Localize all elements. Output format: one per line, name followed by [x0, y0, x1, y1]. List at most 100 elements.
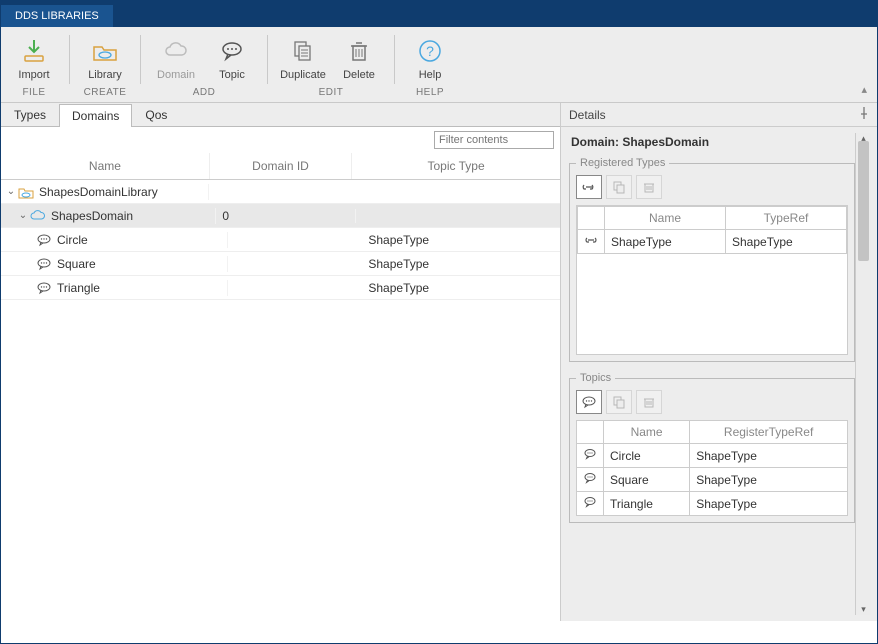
details-pane: Details Domain: ShapesDomain Registered …	[561, 103, 877, 621]
topic-regref: ShapeType	[690, 468, 848, 492]
tab-domains[interactable]: Domains	[59, 104, 132, 127]
topic-regref: ShapeType	[690, 444, 848, 468]
link-icon	[581, 180, 597, 194]
topic-label: Topic	[219, 69, 245, 81]
table-row[interactable]: Square ShapeType	[577, 468, 848, 492]
import-button[interactable]: Import	[9, 33, 59, 83]
col-header-name[interactable]: Name	[605, 207, 726, 230]
ribbon-group-label-edit: EDIT	[319, 83, 344, 100]
add-topic-button[interactable]	[576, 390, 602, 414]
download-icon	[18, 35, 50, 67]
topic-name: Square	[604, 468, 690, 492]
tab-qos[interactable]: Qos	[132, 103, 180, 126]
ribbon-group-label-add: ADD	[193, 83, 216, 100]
domain-label: Domain	[157, 69, 195, 81]
ribbon-group-file: Import FILE	[9, 33, 59, 100]
window-tab-bar: DDS LIBRARIES	[1, 1, 877, 27]
type-ref: ShapeType	[726, 230, 847, 254]
svg-text:?: ?	[426, 43, 434, 59]
help-icon: ?	[414, 35, 446, 67]
duplicate-button[interactable]: Duplicate	[278, 33, 328, 83]
domain-id: 0	[216, 209, 355, 223]
duplicate-label: Duplicate	[280, 69, 326, 81]
tree-row-topic[interactable]: Circle ShapeType	[1, 228, 560, 252]
delete-type-button	[636, 175, 662, 199]
copy-type-button	[606, 175, 632, 199]
library-button[interactable]: Library	[80, 33, 130, 83]
topic-name: Triangle	[604, 492, 690, 516]
registered-types-legend: Registered Types	[576, 157, 669, 169]
help-button[interactable]: ? Help	[405, 33, 455, 83]
scroll-down-icon[interactable]: ▾	[856, 604, 871, 615]
trash-icon	[642, 180, 656, 194]
col-header-domain-id[interactable]: Domain ID	[210, 153, 352, 179]
left-pane: Types Domains Qos Name Domain ID Topic T…	[1, 103, 561, 621]
link-type-button[interactable]	[576, 175, 602, 199]
ribbon-separator	[267, 35, 268, 84]
table-row[interactable]: ShapeType ShapeType	[578, 230, 847, 254]
ribbon-separator	[69, 35, 70, 84]
details-header-label: Details	[569, 108, 606, 122]
ribbon-group-label-file: FILE	[22, 83, 45, 100]
help-label: Help	[419, 69, 442, 81]
tree-row-topic[interactable]: Square ShapeType	[1, 252, 560, 276]
topic-name: Triangle	[57, 281, 100, 295]
topics-table[interactable]: Name RegisterTypeRef Circle ShapeType Sq…	[576, 420, 848, 516]
delete-topic-button	[636, 390, 662, 414]
table-row[interactable]: Circle ShapeType	[577, 444, 848, 468]
cloud-icon	[160, 35, 192, 67]
sub-tab-bar: Types Domains Qos	[1, 103, 560, 127]
tree-row-topic[interactable]: Triangle ShapeType	[1, 276, 560, 300]
link-icon	[578, 230, 605, 254]
topic-button[interactable]: Topic	[207, 33, 257, 83]
pin-icon[interactable]	[859, 107, 869, 122]
col-header-name[interactable]: Name	[604, 421, 690, 444]
tab-dds-libraries[interactable]: DDS LIBRARIES	[1, 5, 114, 27]
library-name: ShapesDomainLibrary	[39, 185, 158, 199]
topic-type: ShapeType	[362, 257, 560, 271]
topics-group: Topics	[569, 372, 855, 523]
import-label: Import	[18, 69, 49, 81]
expand-toggle[interactable]: ⌄	[17, 210, 29, 221]
details-title: Domain: ShapesDomain	[571, 135, 855, 149]
col-header-typeref[interactable]: TypeRef	[726, 207, 847, 230]
tree-header-row: Name Domain ID Topic Type	[1, 153, 560, 180]
col-header-regref[interactable]: RegisterTypeRef	[690, 421, 848, 444]
type-name: ShapeType	[605, 230, 726, 254]
speech-icon	[216, 35, 248, 67]
ribbon-group-label-create: CREATE	[84, 83, 127, 100]
registered-types-group: Registered Types	[569, 157, 855, 362]
cloud-icon	[29, 208, 47, 224]
speech-icon	[577, 492, 604, 516]
domain-tree[interactable]: ⌄ ShapesDomainLibrary ⌄ ShapesDomain	[1, 180, 560, 621]
tab-types[interactable]: Types	[1, 103, 59, 126]
topic-name: Circle	[57, 233, 88, 247]
ribbon-collapse-icon[interactable]: ▴	[861, 83, 867, 96]
folder-cloud-icon	[17, 184, 35, 200]
ribbon-group-label-help: HELP	[416, 83, 444, 100]
copy-icon	[612, 180, 626, 194]
copy-icon	[287, 35, 319, 67]
delete-button[interactable]: Delete	[334, 33, 384, 83]
domain-name: ShapesDomain	[51, 209, 133, 223]
topic-type: ShapeType	[362, 281, 560, 295]
domain-button: Domain	[151, 33, 201, 83]
col-header-topic-type[interactable]: Topic Type	[352, 153, 560, 179]
topic-regref: ShapeType	[690, 492, 848, 516]
ribbon-group-edit: Duplicate Delete EDIT	[278, 33, 384, 100]
col-header-name[interactable]: Name	[1, 153, 210, 179]
expand-toggle[interactable]: ⌄	[5, 186, 17, 197]
speech-icon	[581, 395, 597, 409]
registered-types-table[interactable]: Name TypeRef ShapeType ShapeType	[577, 206, 847, 254]
tree-row-domain[interactable]: ⌄ ShapesDomain 0	[1, 204, 560, 228]
tree-row-library[interactable]: ⌄ ShapesDomainLibrary	[1, 180, 560, 204]
table-row[interactable]: Triangle ShapeType	[577, 492, 848, 516]
trash-icon	[343, 35, 375, 67]
scroll-thumb[interactable]	[858, 141, 869, 261]
speech-icon	[577, 444, 604, 468]
ribbon-group-add: Domain Topic ADD	[151, 33, 257, 100]
filter-input[interactable]	[434, 131, 554, 149]
delete-label: Delete	[343, 69, 375, 81]
ribbon-group-help: ? Help HELP	[405, 33, 455, 100]
details-scrollbar[interactable]: ▴ ▾	[855, 133, 871, 615]
